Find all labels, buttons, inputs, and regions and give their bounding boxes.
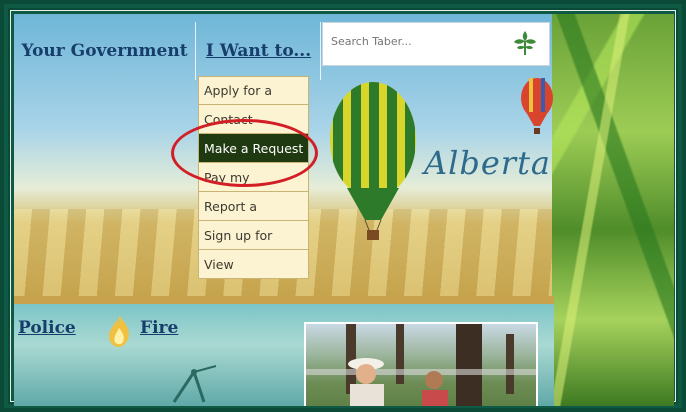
- menu-item-apply-for-a[interactable]: Apply for a: [198, 76, 309, 105]
- flame-icon: [109, 315, 129, 347]
- page-viewport: Alberta Your Government I Want to... App…: [14, 14, 674, 406]
- red-highlight-circle: [171, 119, 318, 187]
- nav-tab-your-government[interactable]: Your Government: [14, 22, 196, 80]
- fire-link[interactable]: Fire: [140, 318, 178, 338]
- lower-panel: Police Fire: [14, 304, 554, 406]
- menu-item-view[interactable]: View: [198, 250, 309, 279]
- top-navigation: Your Government I Want to...: [14, 22, 554, 82]
- section-divider: [14, 296, 554, 304]
- menu-item-sign-up-for[interactable]: Sign up for: [198, 221, 309, 250]
- sculpture-image: [172, 365, 217, 403]
- hot-air-balloon-image: [330, 82, 416, 240]
- search-icon[interactable]: [513, 29, 537, 57]
- small-balloon-image: [521, 78, 553, 134]
- community-photo-scene: [306, 324, 536, 406]
- corn-leaves-background: [552, 14, 674, 406]
- search-input[interactable]: [329, 31, 503, 51]
- menu-item-report-a[interactable]: Report a: [198, 192, 309, 221]
- police-link[interactable]: Police: [18, 318, 76, 338]
- nav-tab-i-want-to[interactable]: I Want to...: [197, 22, 321, 80]
- alberta-script-text: Alberta: [424, 144, 551, 182]
- community-photo: [304, 322, 538, 406]
- search-box: [322, 22, 550, 66]
